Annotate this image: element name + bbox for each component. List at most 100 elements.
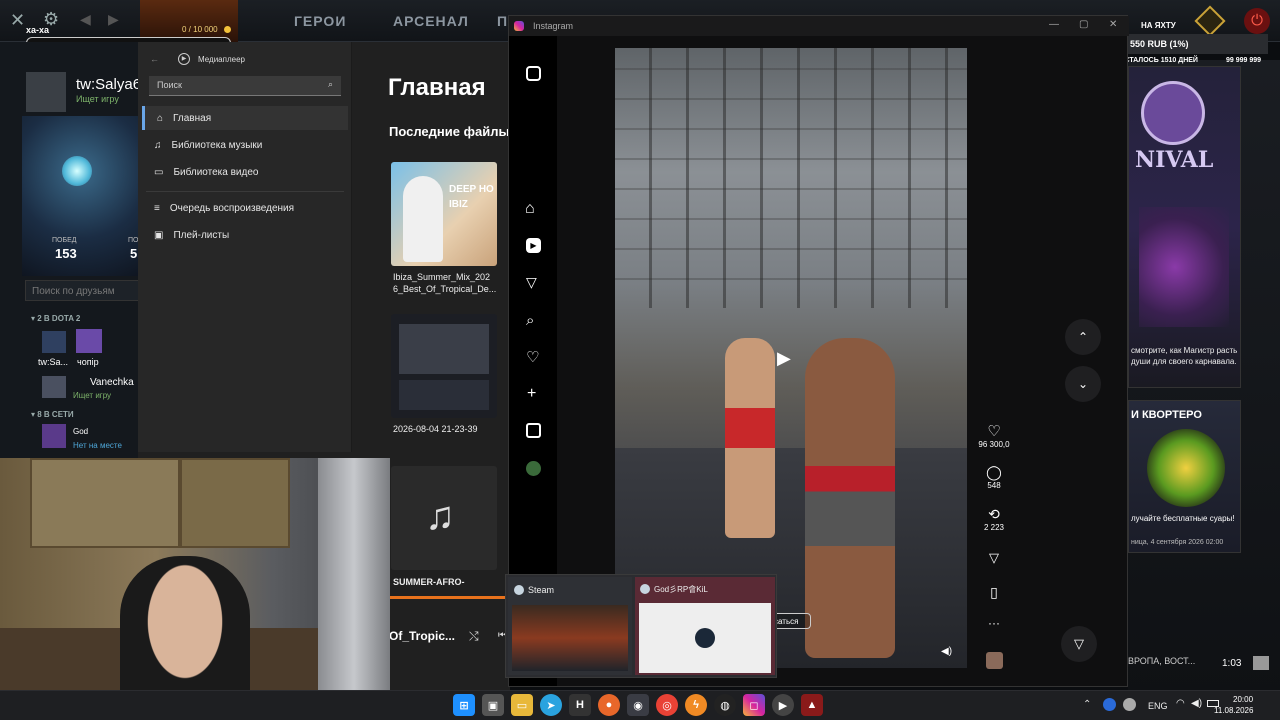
tray-app-icon[interactable] <box>1103 698 1116 711</box>
nav-music[interactable]: ♫ Библиотека музыки <box>142 133 348 157</box>
dota-taskbar-icon[interactable]: ▲ <box>801 694 823 716</box>
taskbar-apps: ⊞ ▣ ▭ ➤ H ● ◉ ◎ ϟ ◍ ◻ ▶ ▲ <box>453 694 823 716</box>
bookmark-icon: ▯ <box>990 584 998 600</box>
home-icon: ⌂ <box>157 112 164 124</box>
preview-steam-chat[interactable]: God彡RP會KiL <box>635 577 775 675</box>
task-view-icon[interactable]: ▣ <box>482 694 504 716</box>
avatar[interactable] <box>26 72 66 112</box>
lightning-app-icon[interactable]: ϟ <box>685 694 707 716</box>
next-reel-button[interactable]: ⌄ <box>1065 366 1101 402</box>
heart-icon[interactable]: ♡ <box>526 348 539 366</box>
nav-arsenal[interactable]: АРСЕНАЛ <box>393 13 469 29</box>
cabinet-2 <box>180 458 290 548</box>
friend-avatar-1[interactable] <box>42 331 66 353</box>
prev-reel-button[interactable]: ⌃ <box>1065 319 1101 355</box>
clock-time[interactable]: 20:00 <box>1233 695 1253 704</box>
volume-icon[interactable]: ◀) <box>941 646 952 657</box>
firefox-icon[interactable]: ● <box>598 694 620 716</box>
telegram-icon[interactable]: ➤ <box>540 694 562 716</box>
reels-icon[interactable]: ▶ <box>526 238 541 253</box>
instagram-app-icon <box>514 21 524 31</box>
video-icon: ▭ <box>154 166 164 178</box>
search-icon[interactable]: ⌕ <box>526 312 534 329</box>
group-dota-label: 2 В DOTA 2 <box>37 314 81 323</box>
nav-queue[interactable]: ≡ Очередь воспроизведения <box>142 196 348 220</box>
file-name-afro[interactable]: SUMMER-AFRO- <box>393 577 465 587</box>
wifi-icon[interactable]: ◠ <box>1176 698 1185 709</box>
nav-home[interactable]: ⌂ Главная <box>142 106 348 130</box>
preview-steam[interactable]: Steam <box>508 577 632 675</box>
profile-name[interactable]: tw:Salya6 <box>76 76 141 93</box>
instagram-logo-icon[interactable] <box>526 66 541 81</box>
clock-date[interactable]: 11.08.2026 <box>1214 706 1253 715</box>
friend-name-4[interactable]: God <box>73 427 88 436</box>
share-button[interactable]: ▽ <box>974 550 1014 566</box>
instagram-taskbar-icon[interactable]: ◻ <box>743 694 765 716</box>
back-arrow-icon[interactable]: ← <box>150 54 159 64</box>
steam-taskbar-icon[interactable]: ◉ <box>627 694 649 716</box>
friend-name-3[interactable]: Vanechka <box>90 377 134 388</box>
back-arrow-icon[interactable]: ◀ <box>80 11 91 28</box>
chrome-icon[interactable]: ◎ <box>656 694 678 716</box>
tray-chevron-icon[interactable]: ⌃ <box>1083 699 1091 710</box>
play-icon[interactable]: ▶ <box>777 348 791 369</box>
promo-card-quartero[interactable]: И КВОРТЕРО лучайте бесплатные суары! ниц… <box>1128 400 1241 553</box>
search-icon[interactable]: ⌕ <box>328 79 333 90</box>
file-name-ibiza-1[interactable]: Ibiza_Summer_Mix_202 <box>393 272 490 282</box>
nav-video[interactable]: ▭ Библиотека видео <box>142 160 348 184</box>
media-player-taskbar-icon[interactable]: ▶ <box>772 694 794 716</box>
subscribe-button[interactable]: саться <box>771 613 811 629</box>
volume-icon[interactable]: ◀) <box>1191 698 1202 709</box>
stats-icon[interactable] <box>526 423 541 438</box>
minimize-icon[interactable]: — <box>1049 19 1059 30</box>
repost-button[interactable]: ⟲ 2 223 <box>974 506 1014 532</box>
friend-avatar-4[interactable] <box>42 424 66 448</box>
power-icon[interactable]: ⏻ <box>1244 8 1270 34</box>
file-name-ibiza-2[interactable]: 6_Best_Of_Tropical_De... <box>393 284 496 294</box>
send-icon[interactable]: ▽ <box>526 274 537 291</box>
profile-avatar[interactable] <box>526 461 541 476</box>
obs-icon[interactable]: ◍ <box>714 694 736 716</box>
file-thumb-afro[interactable]: ♫ <box>391 466 497 570</box>
promo-card-carnival[interactable]: NIVAL смотрите, как Магистр расть души д… <box>1128 66 1241 388</box>
language-indicator[interactable]: ENG <box>1148 701 1168 711</box>
media-search-input[interactable]: Поиск ⌕ <box>149 76 341 96</box>
nav-heroes[interactable]: ГЕРОИ <box>294 13 346 29</box>
windows-start-icon[interactable]: ⊞ <box>453 694 475 716</box>
maximize-icon[interactable]: ▢ <box>1079 19 1088 30</box>
like-button[interactable]: ♡ 96 300,0 <box>974 422 1014 449</box>
file-thumb-ibiza[interactable]: DEEP HO IBIZ <box>391 162 497 266</box>
save-button[interactable]: ▯ <box>974 584 1014 601</box>
promo2-text: лучайте бесплатные суары! <box>1131 514 1235 523</box>
hero-portrait[interactable]: ПОБЕД 153 ПО 5 <box>22 116 140 276</box>
home-icon[interactable]: ⌂ <box>525 200 535 218</box>
forward-arrow-icon[interactable]: ▶ <box>108 11 119 28</box>
file-explorer-icon[interactable]: ▭ <box>511 694 533 716</box>
friend-avatar-2[interactable] <box>76 329 102 353</box>
friend-status-4: Нет на месте <box>73 441 122 450</box>
group-online-header[interactable]: ▾ 8 В СЕТИ <box>31 410 74 419</box>
friend-status-3: Ищет игру <box>73 391 112 400</box>
like-count: 96 300,0 <box>978 440 1010 449</box>
queue-timer: 1:03 <box>1222 658 1242 669</box>
close-icon[interactable]: ✕ <box>1109 19 1117 30</box>
tray-steam-icon[interactable] <box>1123 698 1136 711</box>
more-button[interactable]: ··· <box>974 616 1014 630</box>
yacht-label: НА ЯХТУ <box>1141 21 1176 30</box>
shuffle-icon[interactable]: ⤭ <box>469 629 479 644</box>
group-dota-header[interactable]: ▾ 2 В DOTA 2 <box>31 314 80 323</box>
now-playing-title[interactable]: Of_Tropic... <box>389 629 455 643</box>
messages-button[interactable]: ▽ <box>1061 626 1097 662</box>
battlepass-emblem[interactable] <box>140 0 238 42</box>
file-name-recording[interactable]: 2026-08-04 21-23-39 <box>393 424 478 434</box>
nav-playlists[interactable]: ▣ Плей-листы <box>142 223 348 247</box>
friend-search-input[interactable]: Поиск по друзьям <box>25 280 140 301</box>
fridge <box>318 458 390 720</box>
profile-status: Ищет игру <box>76 94 119 104</box>
create-icon[interactable]: + <box>527 385 536 403</box>
audio-thumb[interactable] <box>986 652 1003 669</box>
file-thumb-recording[interactable] <box>391 314 497 418</box>
comment-button[interactable]: ◯ 548 <box>974 464 1014 490</box>
friend-avatar-3[interactable] <box>42 376 66 398</box>
h-app-icon[interactable]: H <box>569 694 591 716</box>
